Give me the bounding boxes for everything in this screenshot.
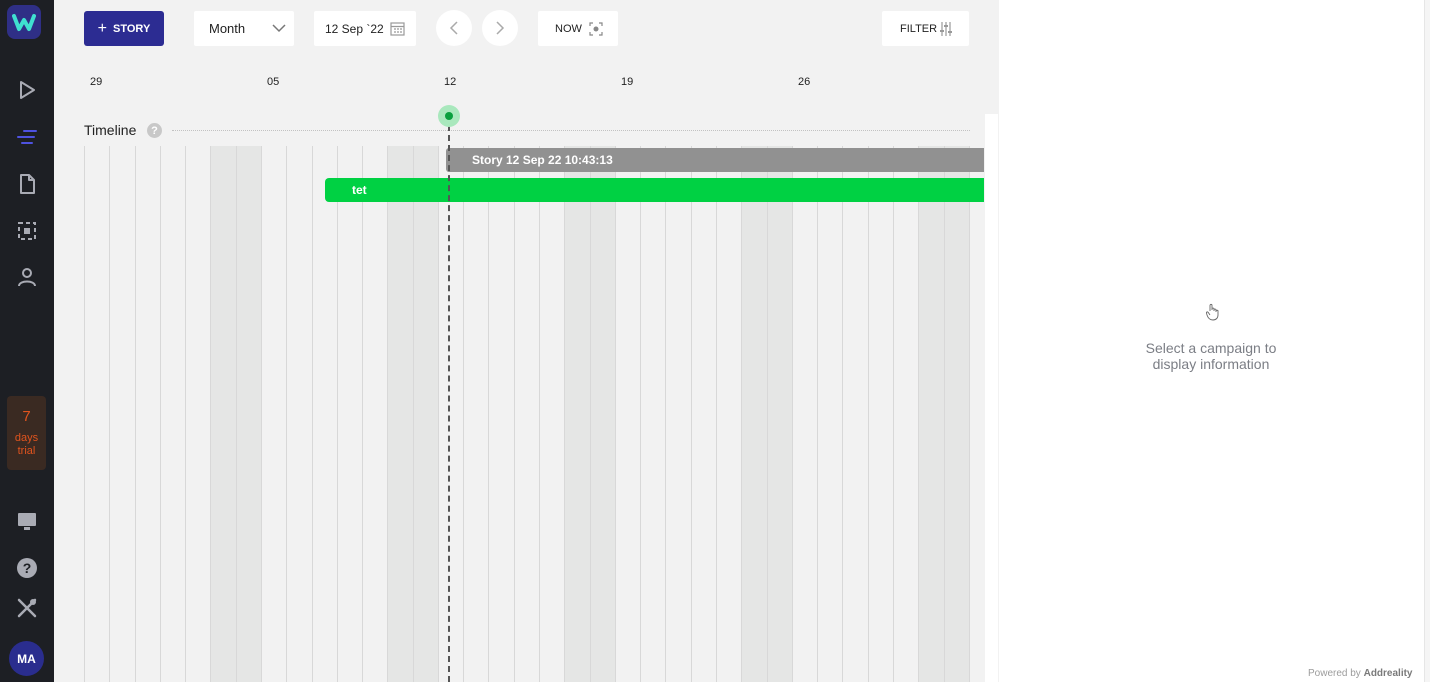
selection-icon[interactable] — [15, 219, 39, 243]
date-picker[interactable]: 12 Sep `22 — [314, 11, 416, 46]
day-column — [185, 146, 211, 682]
day-column — [640, 146, 666, 682]
campaign-bar-label: tet — [352, 183, 367, 197]
day-column — [716, 146, 742, 682]
panel-edge — [1424, 0, 1430, 682]
day-column — [791, 146, 818, 682]
day-column — [867, 146, 894, 682]
day-column — [260, 146, 287, 682]
day-column — [437, 146, 464, 682]
brand-name: Addreality — [1363, 668, 1413, 679]
day-column — [336, 146, 363, 682]
day-column — [488, 146, 514, 682]
date-label: 05 — [267, 76, 280, 88]
tools-icon[interactable] — [15, 596, 39, 620]
powered-by: Powered by Addreality — [1308, 668, 1413, 679]
day-column — [665, 146, 691, 682]
day-column — [159, 146, 186, 682]
day-column — [918, 146, 945, 682]
day-column — [412, 146, 439, 682]
timeline-title: Timeline — [84, 122, 137, 138]
day-column — [210, 146, 237, 682]
day-column — [286, 146, 312, 682]
date-label: 26 — [798, 76, 811, 88]
day-column — [943, 146, 970, 682]
trial-label-text: trial — [17, 445, 36, 457]
date-label: 19 — [621, 76, 634, 88]
day-column — [539, 146, 565, 682]
empty-state-line-2: display information — [1152, 356, 1270, 372]
campaign-bar[interactable]: tet — [325, 178, 984, 202]
chevron-left-icon — [449, 21, 458, 35]
help-circle-icon[interactable]: ? — [15, 556, 39, 580]
day-column — [134, 146, 161, 682]
day-column — [311, 146, 338, 682]
story-button-label: STORY — [113, 22, 151, 35]
day-column — [690, 146, 717, 682]
powered-by-text: Powered by — [1308, 668, 1361, 679]
day-column — [84, 146, 110, 682]
previous-button[interactable] — [436, 10, 472, 46]
current-time-line — [448, 125, 450, 682]
day-column — [589, 146, 616, 682]
trial-days-text: days — [14, 432, 39, 444]
trial-badge[interactable]: 7 days trial — [7, 396, 46, 470]
campaign-bar[interactable]: Story 12 Sep 22 10:43:13 — [446, 148, 984, 172]
day-column — [892, 146, 919, 682]
sidebar: 7 days trial ? MA — [0, 0, 54, 682]
file-icon[interactable] — [15, 172, 39, 196]
day-column — [817, 146, 843, 682]
plus-icon: + — [97, 19, 108, 37]
campaign-bar-label: Story 12 Sep 22 10:43:13 — [472, 153, 613, 167]
day-column — [766, 146, 793, 682]
empty-state-message: Select a campaign to display information — [1120, 340, 1302, 372]
chevron-right-icon — [496, 21, 505, 35]
hand-cursor-icon — [1206, 303, 1220, 326]
day-column — [362, 146, 388, 682]
now-button[interactable]: NOW — [538, 11, 618, 46]
chevron-down-icon — [272, 24, 286, 33]
logo-icon — [12, 14, 36, 31]
add-story-button[interactable]: + STORY — [84, 11, 164, 46]
target-icon — [589, 22, 603, 36]
now-button-label: NOW — [555, 22, 582, 35]
day-column — [235, 146, 262, 682]
timeline-divider — [172, 130, 970, 131]
monitor-icon[interactable] — [15, 509, 39, 533]
svg-text:?: ? — [23, 560, 32, 576]
play-icon[interactable] — [15, 78, 39, 102]
day-column — [842, 146, 868, 682]
day-column — [463, 146, 489, 682]
view-select[interactable]: Month — [194, 11, 294, 46]
timeline-grid — [84, 146, 984, 682]
trial-days-number: 7 — [22, 408, 31, 425]
next-button[interactable] — [482, 10, 518, 46]
filter-button[interactable]: FILTER — [882, 11, 969, 46]
day-column — [741, 146, 768, 682]
sliders-icon — [940, 22, 952, 36]
filter-button-label: FILTER — [900, 22, 938, 35]
current-time-marker — [438, 105, 460, 127]
app-logo[interactable] — [7, 5, 41, 39]
view-select-value: Month — [209, 21, 246, 36]
day-column — [513, 146, 540, 682]
user-avatar[interactable]: MA — [9, 641, 44, 676]
date-value: 12 Sep `22 — [325, 21, 384, 36]
user-icon[interactable] — [15, 265, 39, 289]
empty-state-line-1: Select a campaign to — [1145, 340, 1277, 356]
date-label: 29 — [90, 76, 103, 88]
day-column — [564, 146, 591, 682]
date-label: 12 — [444, 76, 457, 88]
day-column — [614, 146, 641, 682]
calendar-icon — [390, 22, 405, 36]
day-column — [109, 146, 135, 682]
help-icon[interactable]: ? — [147, 123, 162, 138]
timeline-icon[interactable] — [15, 125, 39, 149]
day-column — [387, 146, 414, 682]
scrollbar[interactable] — [985, 114, 998, 682]
